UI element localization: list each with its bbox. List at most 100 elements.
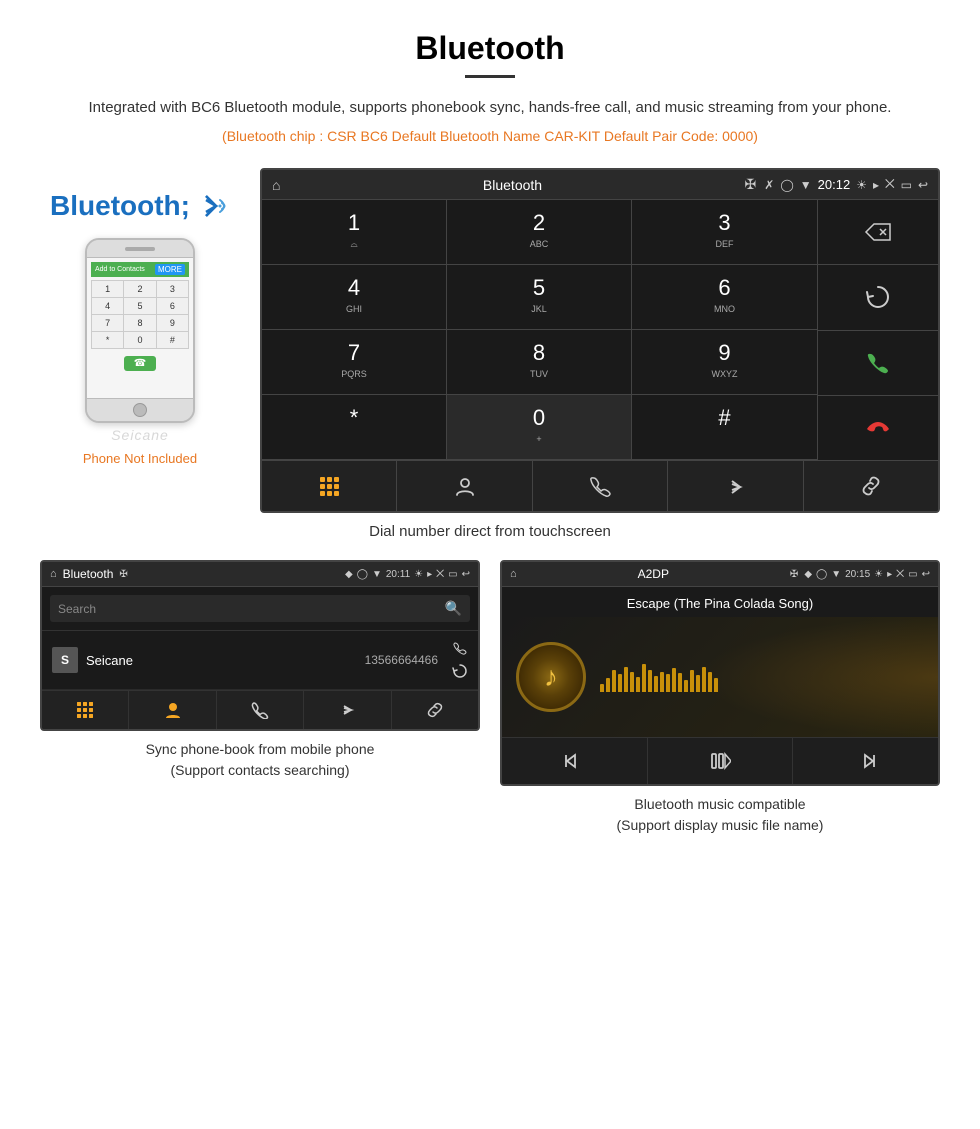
music-screen-block: ⌂ A2DP ✠ ◆ ◯ ▼ 20:15 ☀ ▸ ⨉ ▭ ↩ xyxy=(500,560,940,836)
music-info xyxy=(600,662,924,692)
pb-bt-icon: ◆ xyxy=(345,569,353,580)
location-icon: ◯ xyxy=(780,178,793,192)
dial-key-2[interactable]: 2 ABC xyxy=(447,200,632,265)
dial-key-4[interactable]: 4 GHI xyxy=(262,265,447,330)
calls-tab[interactable] xyxy=(533,461,668,511)
pb-calls-btn[interactable] xyxy=(217,691,304,729)
song-title: Escape (The Pina Colada Song) xyxy=(627,596,813,611)
eq-bar xyxy=(642,664,646,692)
eq-bar xyxy=(618,674,622,692)
description: Integrated with BC6 Bluetooth module, su… xyxy=(40,96,940,120)
next-button[interactable] xyxy=(793,738,938,784)
pb-status-right: ◆ ◯ ▼ 20:11 ☀ ▸ ⨉ ▭ ↩ xyxy=(345,569,470,580)
dial-key-7[interactable]: 7 PQRS xyxy=(262,330,447,395)
dial-actions xyxy=(262,460,938,511)
grid-icon xyxy=(318,475,340,497)
phone-not-included-label: Phone Not Included xyxy=(83,451,197,466)
x-icon: ⨉ xyxy=(885,177,895,192)
dialpad-tab[interactable] xyxy=(262,461,397,511)
music-controls xyxy=(502,737,938,784)
backspace-button[interactable] xyxy=(818,200,938,265)
contact-avatar: S xyxy=(52,647,78,673)
phone-screen-header: Add to Contacts MORE xyxy=(91,262,189,277)
pb-bluetooth-btn[interactable] xyxy=(304,691,391,729)
prev-icon xyxy=(563,750,585,772)
eq-bar xyxy=(600,684,604,692)
phone-bottom-bar xyxy=(87,398,193,421)
link-tab[interactable] xyxy=(804,461,938,511)
pb-dialpad-btn[interactable] xyxy=(42,691,129,729)
camera-icon: ☀ xyxy=(856,178,867,192)
main-screen-wrapper: Bluetooth; xyxy=(40,168,940,513)
end-call-icon xyxy=(865,415,891,441)
dial-key-6[interactable]: 6 MNO xyxy=(632,265,817,330)
phone-dial-grid: 1 2 3 4 5 6 7 8 9 * 0 # xyxy=(91,280,189,349)
title-divider xyxy=(465,75,515,78)
eq-bar xyxy=(606,678,610,692)
music-x-icon: ⨉ xyxy=(896,569,904,580)
pb-person-icon xyxy=(164,701,182,719)
eq-bars xyxy=(600,662,924,692)
phonebook-screen: ⌂ Bluetooth ✠ ◆ ◯ ▼ 20:11 ☀ ▸ ⨉ ▭ ↩ xyxy=(40,560,480,731)
pb-search-box[interactable]: Search 🔍 xyxy=(50,595,470,622)
music-time: 20:15 xyxy=(845,569,870,580)
eq-bar xyxy=(672,668,676,692)
phone-aside: Bluetooth; xyxy=(40,168,240,466)
music-status-bar: ⌂ A2DP ✠ ◆ ◯ ▼ 20:15 ☀ ▸ ⨉ ▭ ↩ xyxy=(502,562,938,587)
dial-key-5[interactable]: 5 JKL xyxy=(447,265,632,330)
music-signal-icon: ▼ xyxy=(831,569,841,580)
pb-back-icon: ↩ xyxy=(462,569,470,580)
phone-screen: Add to Contacts MORE 1 2 3 4 5 6 7 8 9 * xyxy=(87,258,193,398)
contacts-tab[interactable] xyxy=(397,461,532,511)
pb-bt-icon xyxy=(338,701,356,719)
dial-key-1[interactable]: 1 ⌓ xyxy=(262,200,447,265)
music-bt-icon: ◆ xyxy=(804,569,812,580)
pb-contact-row[interactable]: S Seicane 13566664466 xyxy=(42,631,478,690)
call-button[interactable] xyxy=(818,331,938,396)
status-icons-right: ✗ ◯ ▼ 20:12 ☀ ▸ ⨉ ▭ ↩ xyxy=(764,177,928,192)
eq-bar xyxy=(702,667,706,692)
music-win-icon: ▭ xyxy=(908,569,917,580)
pb-contacts-btn[interactable] xyxy=(129,691,216,729)
page-title: Bluetooth xyxy=(40,30,940,67)
dial-key-0[interactable]: 0 + xyxy=(447,395,632,460)
wifi-icon: ▼ xyxy=(800,178,812,192)
dial-key-star[interactable]: * xyxy=(262,395,447,460)
music-note-icon: ♪ xyxy=(544,661,558,693)
phone-icon xyxy=(589,475,611,497)
back-icon: ↩ xyxy=(918,178,928,192)
contact-name: Seicane xyxy=(86,653,357,668)
eq-bar xyxy=(690,670,694,692)
dial-key-3[interactable]: 3 DEF xyxy=(632,200,817,265)
volume-icon: ▸ xyxy=(873,178,879,192)
pb-grid-icon xyxy=(76,701,94,719)
dial-key-9[interactable]: 9 WXYZ xyxy=(632,330,817,395)
pb-cam-icon: ☀ xyxy=(414,569,423,580)
end-call-button[interactable] xyxy=(818,396,938,460)
bluetooth-tab[interactable] xyxy=(668,461,803,511)
eq-bar xyxy=(654,676,658,692)
dial-key-hash[interactable]: # xyxy=(632,395,817,460)
pb-title: Bluetooth xyxy=(63,567,114,581)
pb-link-btn[interactable] xyxy=(392,691,478,729)
pb-x2-icon: ⨉ xyxy=(436,569,444,580)
pb-status-bar: ⌂ Bluetooth ✠ ◆ ◯ ▼ 20:11 ☀ ▸ ⨉ ▭ ↩ xyxy=(42,562,478,587)
music-title-area: A2DP xyxy=(523,567,784,581)
dial-key-8[interactable]: 8 TUV xyxy=(447,330,632,395)
pb-loc-icon: ◯ xyxy=(357,569,368,580)
music-screen: ⌂ A2DP ✠ ◆ ◯ ▼ 20:15 ☀ ▸ ⨉ ▭ ↩ xyxy=(500,560,940,786)
prev-button[interactable] xyxy=(502,738,648,784)
redial-button[interactable] xyxy=(818,265,938,330)
song-title-area: Escape (The Pina Colada Song) xyxy=(502,587,938,617)
music-back-icon: ↩ xyxy=(922,569,930,580)
main-screen-caption: Dial number direct from touchscreen xyxy=(40,523,940,540)
dial-keys: 1 ⌓ 2 ABC 3 DEF 4 GHI xyxy=(262,200,818,460)
music-status-right: ◆ ◯ ▼ 20:15 ☀ ▸ ⨉ ▭ ↩ xyxy=(804,569,930,580)
pb-link-icon xyxy=(426,701,444,719)
music-caption: Bluetooth music compatible (Support disp… xyxy=(500,794,940,836)
home-icon: ⌂ xyxy=(272,177,280,193)
pb-sync-row-icon xyxy=(452,663,468,679)
link-icon xyxy=(860,475,882,497)
call-icon xyxy=(865,350,891,376)
play-pause-button[interactable] xyxy=(648,738,794,784)
